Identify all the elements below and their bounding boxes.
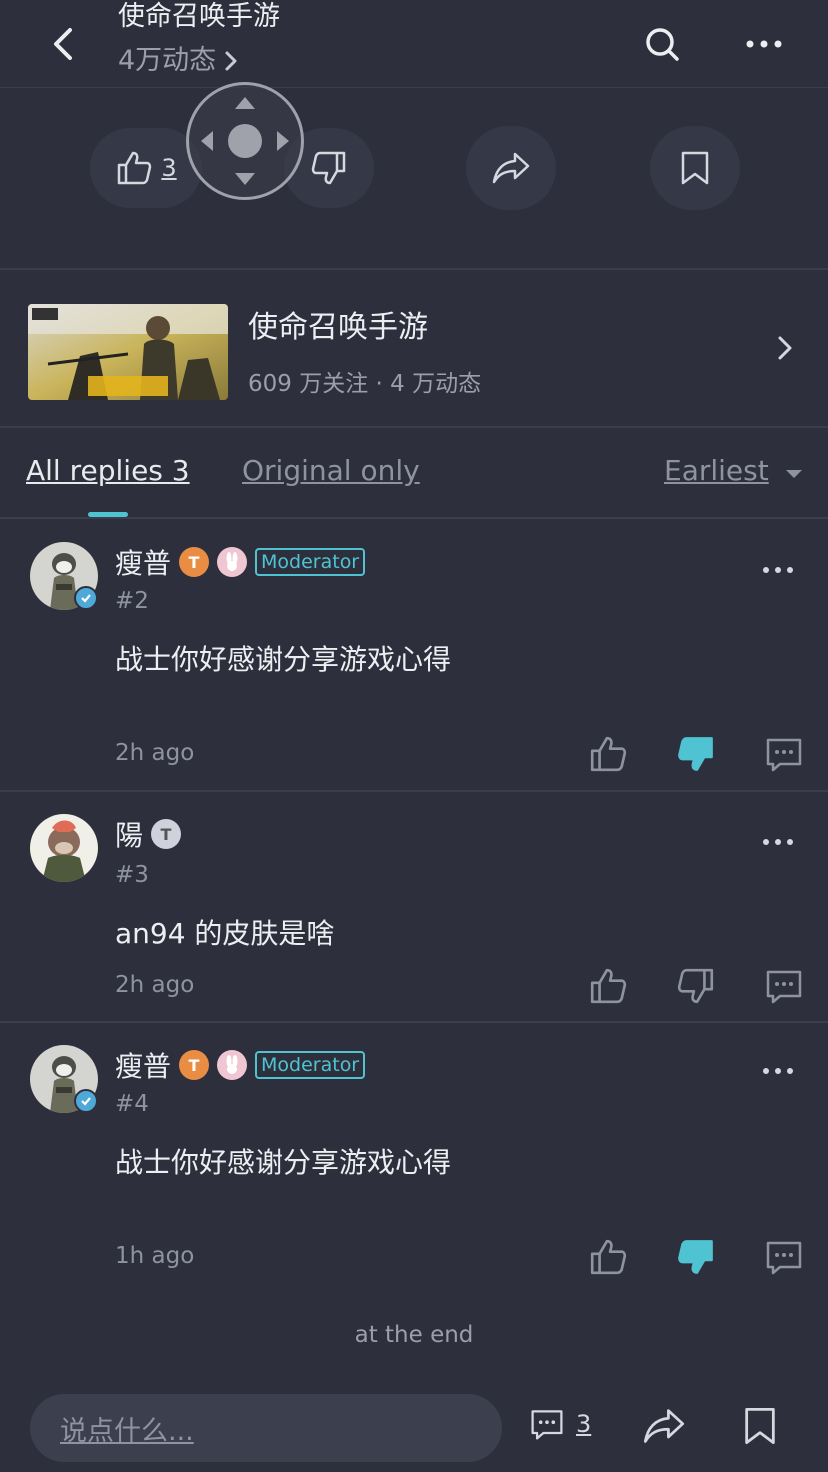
comments-button[interactable]: 3 xyxy=(528,1406,591,1442)
reply-comment-button[interactable] xyxy=(764,734,804,774)
like-count: 3 xyxy=(161,154,177,182)
divider xyxy=(0,268,828,270)
subtitle-text: 4万动态 xyxy=(118,45,217,76)
thumbs-up-icon xyxy=(590,968,627,1004)
dpad-icon xyxy=(201,97,289,185)
game-stats: 609 万关注 · 4 万动态 xyxy=(248,371,482,397)
game-card-arrow[interactable] xyxy=(770,332,800,364)
bottom-share-button[interactable] xyxy=(642,1406,686,1450)
reply-dislike-button[interactable] xyxy=(676,1237,716,1277)
caret-down-icon[interactable] xyxy=(784,468,804,480)
bookmark-icon xyxy=(745,1407,775,1445)
moderator-tag: Moderator xyxy=(255,1051,366,1079)
reply-item: 瘦普 T Moderator #4 战士你好感谢分享游戏心得 1h ago xyxy=(0,1023,828,1293)
bookmark-icon xyxy=(681,151,709,185)
moderator-tag: Moderator xyxy=(255,548,366,576)
check-icon xyxy=(81,594,91,603)
verified-badge xyxy=(74,1089,98,1113)
game-name[interactable]: 使命召唤手游 xyxy=(248,302,428,346)
more-icon xyxy=(746,40,782,48)
reply-time: 2h ago xyxy=(115,740,195,766)
floor-number: #2 xyxy=(115,588,149,614)
thumbs-down-icon xyxy=(677,968,714,1004)
thumbs-down-icon xyxy=(311,151,346,185)
subtitle-link[interactable]: 4万动态 xyxy=(118,44,238,78)
game-banner-image xyxy=(28,304,228,400)
reply-more-button[interactable] xyxy=(758,1061,798,1081)
reply-dislike-button[interactable] xyxy=(676,734,716,774)
reply-time: 1h ago xyxy=(115,1243,195,1269)
level-badge-icon: T xyxy=(151,819,182,849)
reply-more-button[interactable] xyxy=(758,832,798,852)
reply-like-button[interactable] xyxy=(588,1237,628,1277)
tab-original-only[interactable]: Original only xyxy=(242,454,420,487)
thumbs-down-filled-icon xyxy=(678,737,713,771)
search-icon xyxy=(646,28,679,61)
reply-time: 2h ago xyxy=(115,972,195,998)
divider xyxy=(0,426,828,428)
chevron-left-icon xyxy=(54,28,72,60)
page-title: 使命召唤手游 xyxy=(118,1,280,32)
check-icon xyxy=(81,1097,91,1106)
top-bar: 使命召唤手游 4万动态 xyxy=(0,0,828,88)
verified-badge xyxy=(74,586,98,610)
floor-number: #3 xyxy=(115,862,149,888)
avatar[interactable] xyxy=(30,814,98,882)
rabbit-badge-icon xyxy=(217,1050,248,1080)
author-name[interactable]: 陽 xyxy=(115,814,143,854)
tab-all-replies[interactable]: All replies 3 xyxy=(26,454,190,487)
reply-author-row: 瘦普 T Moderator xyxy=(115,1045,366,1085)
chevron-right-icon xyxy=(778,336,792,360)
avatar[interactable] xyxy=(30,542,98,610)
reply-text: 战士你好感谢分享游戏心得 xyxy=(115,643,452,676)
avatar-image xyxy=(30,814,98,882)
comment-count: 3 xyxy=(576,1410,592,1438)
reply-author-row: 陽 T xyxy=(115,814,182,854)
reply-author-row: 瘦普 T Moderator xyxy=(115,542,366,582)
more-button[interactable] xyxy=(740,22,788,66)
comment-input[interactable]: 说点什么... xyxy=(30,1394,502,1462)
level-badge-icon: T xyxy=(179,1050,210,1080)
thumbs-up-icon xyxy=(118,151,152,185)
comment-icon xyxy=(766,738,802,772)
reply-item: 瘦普 T Moderator #2 战士你好感谢分享游戏心得 2h ago xyxy=(0,520,828,790)
author-name[interactable]: 瘦普 xyxy=(115,542,171,582)
reply-like-button[interactable] xyxy=(588,966,628,1006)
bottom-favorite-button[interactable] xyxy=(742,1406,782,1450)
avatar[interactable] xyxy=(30,1045,98,1113)
rabbit-badge-icon xyxy=(217,547,248,577)
reply-dislike-button[interactable] xyxy=(676,966,716,1006)
more-icon xyxy=(763,567,793,573)
reply-text: 战士你好感谢分享游戏心得 xyxy=(115,1146,452,1179)
search-button[interactable] xyxy=(640,22,684,66)
reply-item: 陽 T #3 an94 的皮肤是啥 2h ago xyxy=(0,792,828,1022)
share-button[interactable] xyxy=(466,126,556,210)
share-icon xyxy=(492,152,530,184)
reply-more-button[interactable] xyxy=(758,560,798,580)
thumbs-down-filled-icon xyxy=(678,1240,713,1274)
game-thumbnail[interactable] xyxy=(28,304,228,400)
reply-text: an94 的皮肤是啥 xyxy=(115,917,335,950)
comment-icon xyxy=(531,1410,563,1440)
share-icon xyxy=(643,1409,685,1443)
divider xyxy=(0,517,828,519)
level-badge-icon: T xyxy=(179,547,210,577)
chevron-right-icon xyxy=(225,51,237,71)
end-of-list-text: at the end xyxy=(354,1322,474,1348)
comment-icon xyxy=(766,1241,802,1275)
thumbs-up-icon xyxy=(590,736,627,772)
reply-comment-button[interactable] xyxy=(764,966,804,1006)
back-button[interactable] xyxy=(46,22,86,66)
floor-number: #4 xyxy=(115,1091,149,1117)
author-name[interactable]: 瘦普 xyxy=(115,1045,171,1085)
reply-like-button[interactable] xyxy=(588,734,628,774)
reply-comment-button[interactable] xyxy=(764,1237,804,1277)
joystick-overlay[interactable] xyxy=(186,82,304,200)
more-icon xyxy=(763,839,793,845)
thumbs-up-icon xyxy=(590,1239,627,1275)
more-icon xyxy=(763,1068,793,1074)
comment-icon xyxy=(766,970,802,1004)
sort-selector[interactable]: Earliest xyxy=(664,454,769,487)
favorite-button[interactable] xyxy=(650,126,740,210)
